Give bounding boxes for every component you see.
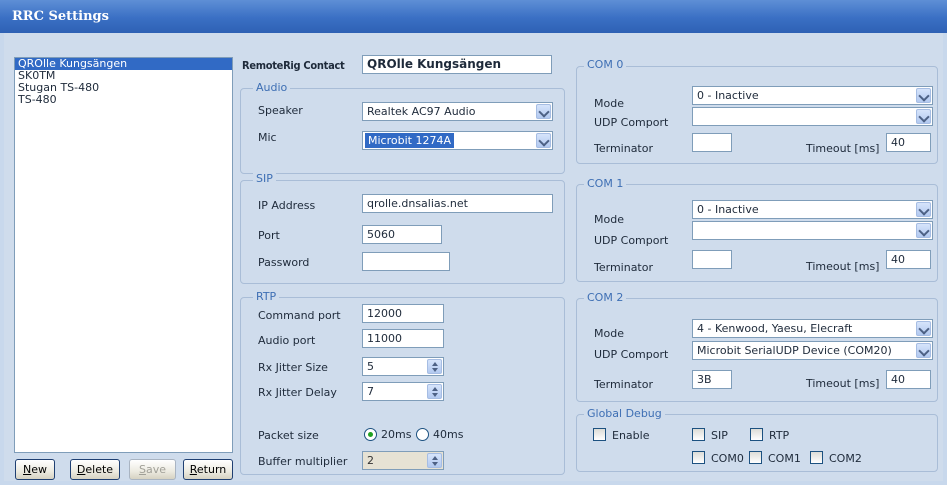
debug-enable-label[interactable]: Enable: [612, 429, 649, 442]
rx-jitter-delay-stepper[interactable]: 7: [362, 382, 444, 401]
debug-com0-checkbox[interactable]: [692, 451, 705, 464]
com2-udp-label: UDP Comport: [594, 348, 669, 361]
com0-timeout-label: Timeout [ms]: [806, 142, 880, 155]
ip-address-label: IP Address: [258, 199, 316, 212]
command-port-label: Command port: [258, 309, 341, 322]
com2-group-title: COM 2: [584, 292, 627, 304]
rtp-group-title: RTP: [253, 291, 280, 303]
contact-name-input[interactable]: QROlle Kungsängen: [362, 55, 552, 74]
com1-terminator-label: Terminator: [594, 261, 653, 274]
com0-timeout-input[interactable]: 40: [886, 133, 931, 152]
rx-jitter-size-stepper[interactable]: 5: [362, 357, 444, 376]
packet-size-label: Packet size: [258, 429, 319, 442]
rx-jitter-size-label: Rx Jitter Size: [258, 361, 328, 374]
com0-mode-select[interactable]: 0 - Inactive: [692, 86, 933, 105]
spinner-icon[interactable]: [427, 359, 442, 374]
audio-port-label: Audio port: [258, 334, 316, 347]
port-input[interactable]: 5060: [362, 225, 442, 244]
debug-com1-label[interactable]: COM1: [768, 452, 801, 465]
port-label: Port: [258, 229, 280, 242]
debug-sip-checkbox[interactable]: [692, 428, 705, 441]
com2-terminator-input[interactable]: 3B: [692, 370, 732, 389]
com0-udp-label: UDP Comport: [594, 116, 669, 129]
com1-terminator-input[interactable]: [692, 250, 732, 269]
new-button[interactable]: New: [15, 459, 55, 480]
debug-com2-label[interactable]: COM2: [829, 452, 862, 465]
com2-mode-select[interactable]: 4 - Kenwood, Yaesu, Elecraft: [692, 319, 933, 338]
com1-udp-select[interactable]: [692, 221, 933, 240]
debug-com2-checkbox[interactable]: [810, 451, 823, 464]
com0-group-title: COM 0: [584, 59, 627, 71]
spinner-icon: [427, 453, 442, 468]
chevron-down-icon[interactable]: [536, 133, 551, 148]
com2-udp-value: Microbit SerialUDP Device (COM20): [697, 344, 892, 357]
packet-20ms-label[interactable]: 20ms: [381, 428, 411, 441]
com1-timeout-input[interactable]: 40: [886, 250, 931, 269]
com1-timeout-label: Timeout [ms]: [806, 260, 880, 273]
mic-label: Mic: [258, 131, 277, 144]
chevron-down-icon[interactable]: [916, 109, 931, 124]
com1-mode-select[interactable]: 0 - Inactive: [692, 200, 933, 219]
debug-rtp-label[interactable]: RTP: [769, 429, 789, 442]
com0-udp-select[interactable]: [692, 107, 933, 126]
rx-jitter-size-value: 5: [367, 360, 374, 373]
debug-enable-checkbox[interactable]: [593, 428, 606, 441]
password-input[interactable]: [362, 252, 450, 271]
packet-40ms-label[interactable]: 40ms: [433, 428, 463, 441]
debug-com0-label[interactable]: COM0: [711, 452, 744, 465]
com0-mode-label: Mode: [594, 97, 624, 110]
save-button[interactable]: Save: [129, 459, 176, 480]
com2-mode-label: Mode: [594, 327, 624, 340]
debug-rtp-checkbox[interactable]: [750, 428, 763, 441]
com2-timeout-input[interactable]: 40: [886, 370, 931, 389]
ip-address-input[interactable]: qrolle.dnsalias.net: [362, 194, 553, 213]
rx-jitter-delay-value: 7: [367, 385, 374, 398]
com0-terminator-input[interactable]: [692, 133, 732, 152]
mic-value: Microbit 1274A: [365, 133, 454, 148]
packet-40ms-radio[interactable]: [416, 428, 429, 441]
chevron-down-icon[interactable]: [916, 223, 931, 238]
com0-terminator-label: Terminator: [594, 142, 653, 155]
com2-timeout-label: Timeout [ms]: [806, 377, 880, 390]
packet-20ms-radio[interactable]: [364, 428, 377, 441]
com1-mode-value: 0 - Inactive: [697, 203, 759, 216]
return-button[interactable]: Return: [183, 459, 233, 480]
speaker-value: Realtek AC97 Audio: [367, 105, 476, 118]
audio-group-title: Audio: [253, 82, 291, 94]
chevron-down-icon[interactable]: [536, 104, 551, 119]
buffer-multiplier-stepper: 2: [362, 451, 444, 470]
com1-mode-label: Mode: [594, 213, 624, 226]
debug-com1-checkbox[interactable]: [749, 451, 762, 464]
contact-label: RemoteRig Contact: [242, 59, 345, 72]
chevron-down-icon[interactable]: [916, 321, 931, 336]
speaker-label: Speaker: [258, 104, 303, 117]
delete-button[interactable]: Delete: [70, 459, 120, 480]
speaker-select[interactable]: Realtek AC97 Audio: [362, 102, 553, 121]
spinner-icon[interactable]: [427, 384, 442, 399]
chevron-down-icon[interactable]: [916, 343, 931, 358]
buffer-multiplier-value: 2: [367, 454, 374, 467]
rrc-settings-window: RRC Settings QROlle Kungsängen SK0TM Stu…: [0, 0, 947, 485]
contact-list[interactable]: QROlle Kungsängen SK0TM Stugan TS-480 TS…: [14, 57, 233, 453]
list-item-ts480[interactable]: TS-480: [15, 94, 232, 106]
password-label: Password: [258, 256, 310, 269]
chevron-down-icon[interactable]: [916, 88, 931, 103]
com1-udp-label: UDP Comport: [594, 234, 669, 247]
sip-group-title: SIP: [253, 173, 276, 185]
debug-group-title: Global Debug: [584, 408, 665, 420]
com2-mode-value: 4 - Kenwood, Yaesu, Elecraft: [697, 322, 853, 335]
command-port-input[interactable]: 12000: [362, 304, 444, 323]
com1-group-title: COM 1: [584, 178, 627, 190]
debug-sip-label[interactable]: SIP: [711, 429, 728, 442]
rx-jitter-delay-label: Rx Jitter Delay: [258, 386, 337, 399]
window-title: RRC Settings: [0, 0, 947, 33]
mic-select[interactable]: Microbit 1274A: [362, 131, 553, 150]
audio-port-input[interactable]: 11000: [362, 329, 444, 348]
buffer-multiplier-label: Buffer multiplier: [258, 455, 348, 468]
com2-udp-select[interactable]: Microbit SerialUDP Device (COM20): [692, 341, 933, 360]
com0-mode-value: 0 - Inactive: [697, 89, 759, 102]
chevron-down-icon[interactable]: [916, 202, 931, 217]
com2-terminator-label: Terminator: [594, 378, 653, 391]
